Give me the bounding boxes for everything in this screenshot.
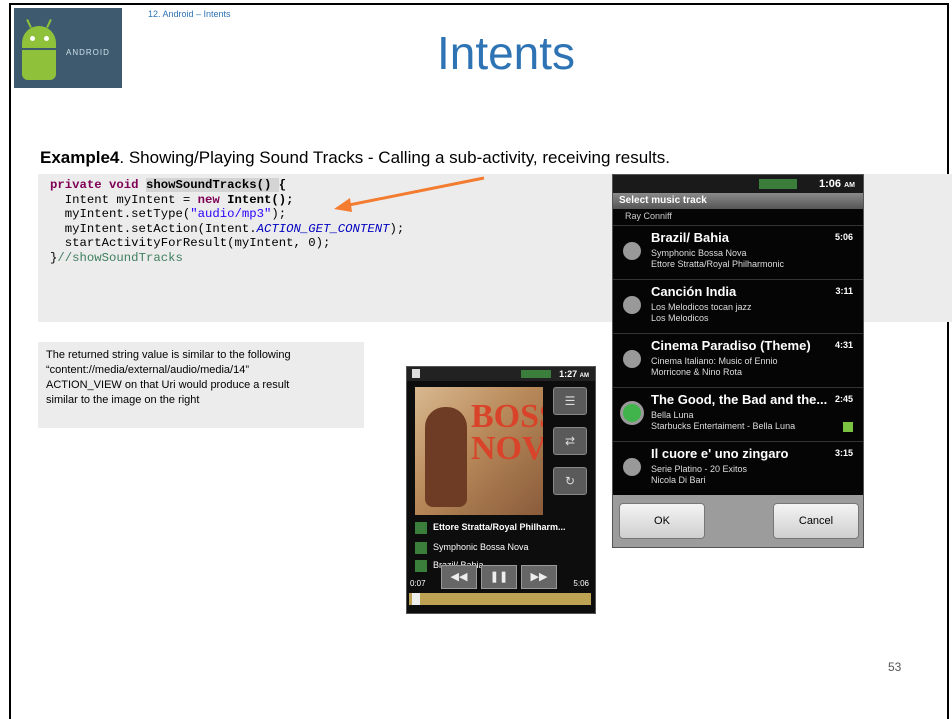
seek-knob[interactable] xyxy=(412,593,421,605)
next-button[interactable]: ▶▶ xyxy=(521,565,557,589)
track-title: The Good, the Bad and the... xyxy=(651,392,828,407)
track-list-item[interactable]: Canción India 3:11 Los Melodicos tocan jaz… xyxy=(613,279,863,332)
note-line: The returned string value is similar to … xyxy=(46,349,291,361)
track-album: Bella Luna xyxy=(651,410,694,420)
previous-button[interactable]: ◀◀ xyxy=(441,565,477,589)
code-keyword: private void xyxy=(50,178,146,192)
track-chooser-screenshot: 1:06 AM Select music track Ray Conniff B… xyxy=(612,174,864,548)
pause-button[interactable]: ❚❚ xyxy=(481,565,517,589)
track-artist: Starbucks Entertaiment - Bella Luna xyxy=(651,421,796,431)
code-method-name: showSoundTracks() xyxy=(145,178,279,192)
orange-arrow-icon xyxy=(334,176,485,212)
playlist-button[interactable]: ☰ xyxy=(553,387,587,415)
cancel-button[interactable]: Cancel xyxy=(773,503,859,539)
code-constant: ACTION_GET_CONTENT xyxy=(256,221,390,236)
code-text: myIntent.setAction(Intent. xyxy=(50,221,257,236)
track-artist: Morricone & Nino Rota xyxy=(651,367,743,377)
note-line: similar to the image on the right xyxy=(46,394,200,406)
note-line: “content://media/external/audio/media/14… xyxy=(46,364,250,376)
track-list-item[interactable]: Cinema Paradiso (Theme) 4:31 Cinema Italia… xyxy=(613,333,863,386)
radio-button[interactable] xyxy=(623,350,641,368)
track-album: Serie Platino - 20 Exitos xyxy=(651,464,748,474)
status-time: 1:06 AM xyxy=(819,178,855,190)
track-album: Symphonic Bossa Nova xyxy=(651,248,747,258)
radio-button[interactable] xyxy=(623,404,641,422)
album-row: Symphonic Bossa Nova xyxy=(415,539,591,557)
track-duration: 5:06 xyxy=(834,232,853,242)
page-number: 53 xyxy=(888,660,902,674)
status-time: 1:27 AM xyxy=(559,369,589,379)
track-list-item[interactable]: The Good, the Bad and the... 2:45 Bella Lu… xyxy=(613,387,863,440)
track-title: Brazil/ Bahia xyxy=(651,230,730,245)
album-figure xyxy=(425,407,467,507)
artist-icon xyxy=(415,522,427,534)
radio-button[interactable] xyxy=(623,458,641,476)
code-text: startActivityForResult(myIntent, 0); xyxy=(50,236,331,250)
track-title: Cinema Paradiso (Theme) xyxy=(651,338,811,353)
track-album: Los Melodicos tocan jazz xyxy=(651,302,752,312)
dialog-title: Select music track xyxy=(613,193,863,209)
code-text: Intent myIntent = xyxy=(50,192,198,207)
now-playing-icon xyxy=(843,422,853,432)
code-text: myIntent.setType( xyxy=(50,207,191,221)
track-artist: Nicola Di Bari xyxy=(651,475,706,485)
ok-button[interactable]: OK xyxy=(619,503,705,539)
example-description: . Showing/Playing Sound Tracks - Calling… xyxy=(119,148,670,167)
album-title-art: BOSSA NOVA xyxy=(471,398,543,467)
code-text: Intent(); xyxy=(227,192,294,207)
signal-battery-icon xyxy=(759,179,797,189)
repeat-button[interactable]: ↻ xyxy=(553,467,587,495)
play-status-icon xyxy=(412,369,420,378)
track-title: Canción India xyxy=(651,284,737,299)
total-duration: 5:06 xyxy=(573,579,589,588)
shuffle-button[interactable]: ⇄ xyxy=(553,427,587,455)
track-list-item[interactable]: Il cuore e' uno zingaro 3:15 Serie Platino… xyxy=(613,441,863,494)
signal-battery-icon xyxy=(521,370,551,378)
partial-list-item: Ray Conniff xyxy=(625,211,672,221)
artist-row: Ettore Stratta/Royal Philharm... xyxy=(415,519,591,537)
note-line: ACTION_VIEW on that Uri would produce a … xyxy=(46,379,290,391)
track-title: Il cuore e' uno zingaro xyxy=(651,446,789,461)
track-album: Cinema Italiano: Music of Ennio xyxy=(651,356,778,366)
track-duration: 3:11 xyxy=(835,286,853,296)
track-artist: Ettore Stratta/Royal Philharmonic xyxy=(651,259,785,269)
code-comment: //showSoundTracks xyxy=(57,250,183,265)
radio-button[interactable] xyxy=(623,296,641,314)
dialog-footer: OK Cancel xyxy=(613,495,863,547)
track-icon xyxy=(415,560,427,572)
slide-title: Intents xyxy=(436,27,576,79)
status-bar: 1:27 AM xyxy=(407,367,595,381)
code-string: "audio/mp3" xyxy=(190,207,272,221)
track-duration: 2:45 xyxy=(834,394,853,404)
track-duration: 4:31 xyxy=(834,340,853,350)
album-art: BOSSA NOVA xyxy=(415,387,543,515)
status-bar: 1:06 AM xyxy=(613,175,863,193)
elapsed-time: 0:07 xyxy=(410,579,426,588)
track-duration: 3:15 xyxy=(834,448,853,458)
radio-button[interactable] xyxy=(623,242,641,260)
explanation-note: The returned string value is similar to … xyxy=(38,342,364,428)
code-keyword: new xyxy=(197,192,228,207)
code-text: ); xyxy=(389,221,405,236)
example-heading: Example4. Showing/Playing Sound Tracks -… xyxy=(40,148,670,168)
track-list-item[interactable]: Brazil/ Bahia 5:06 Symphonic Bossa Nova Ett… xyxy=(613,225,863,278)
music-player-screenshot: 1:27 AM BOSSA NOVA ☰ ⇄ ↻ Ettore Stratta/… xyxy=(406,366,596,614)
track-artist: Los Melodicos xyxy=(651,313,709,323)
code-brace: { xyxy=(278,178,287,192)
code-text: ); xyxy=(271,207,287,221)
example-label: Example4 xyxy=(40,148,120,167)
album-icon xyxy=(415,542,427,554)
breadcrumb: 12. Android – Intents xyxy=(148,9,231,19)
seek-bar[interactable] xyxy=(409,593,591,605)
